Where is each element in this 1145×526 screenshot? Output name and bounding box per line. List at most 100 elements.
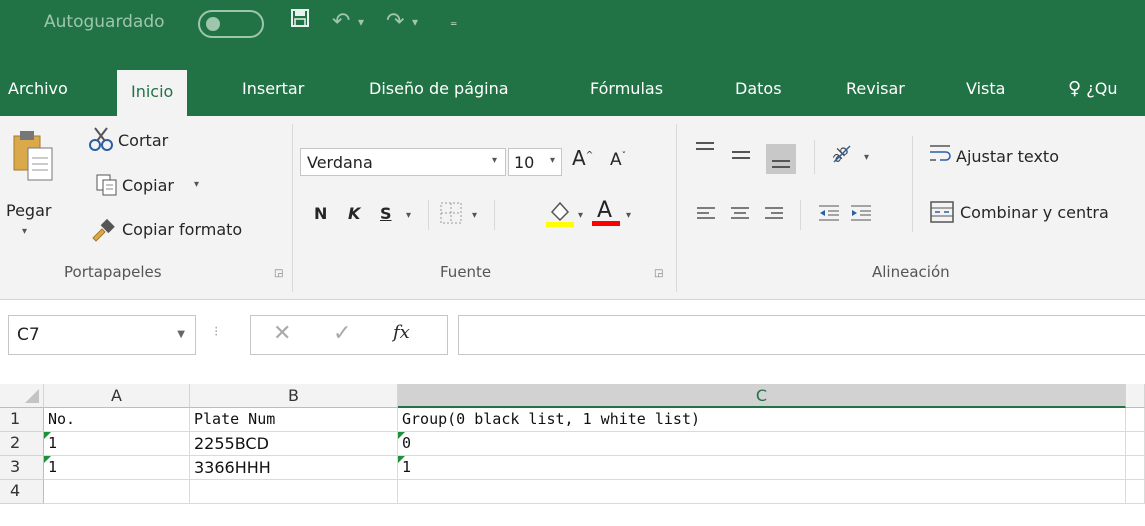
divider [428, 200, 429, 230]
cell-b4[interactable] [190, 480, 398, 504]
font-launcher-icon[interactable]: ◲ [654, 268, 663, 279]
copy-dropdown-icon[interactable]: ▾ [194, 179, 199, 190]
italic-button[interactable]: K [348, 204, 360, 223]
decrease-indent-icon[interactable] [818, 204, 840, 226]
resize-handle-icon[interactable]: ⁝ [214, 324, 218, 340]
cut-button[interactable]: Cortar [118, 131, 168, 150]
enter-icon[interactable]: ✓ [333, 321, 351, 346]
tab-formulas[interactable]: Fórmulas [590, 64, 663, 116]
cell-b3[interactable]: 3366HHH [190, 456, 398, 480]
select-all-corner[interactable] [0, 384, 44, 408]
redo-icon[interactable]: ↷ [386, 6, 404, 38]
divider [912, 136, 913, 232]
cell-a3[interactable]: 1 [44, 456, 190, 480]
undo-icon[interactable]: ↶ [332, 6, 350, 38]
cell-c4[interactable] [398, 480, 1126, 504]
name-box[interactable]: C7 ▼ [8, 315, 196, 355]
tab-archivo[interactable]: Archivo [8, 64, 68, 116]
font-color-icon[interactable]: A [592, 196, 620, 232]
undo-dropdown-icon[interactable]: ▾ [358, 6, 364, 38]
cell-b2[interactable]: 2255BCD [190, 432, 398, 456]
cell-a4[interactable] [44, 480, 190, 504]
column-header-c[interactable]: C [398, 384, 1126, 408]
fill-color-icon[interactable] [546, 198, 574, 232]
wrap-text-button[interactable]: Ajustar texto [956, 147, 1059, 166]
name-box-value: C7 [17, 325, 40, 345]
autosave-label: Autoguardado [44, 12, 165, 32]
cell-a2[interactable]: 1 [44, 432, 190, 456]
insert-function-icon[interactable]: fx [393, 322, 410, 343]
font-color-dropdown-icon[interactable]: ▾ [626, 210, 631, 221]
tab-vista[interactable]: Vista [966, 64, 1005, 116]
cell-d1[interactable] [1126, 408, 1145, 432]
align-left-icon[interactable] [696, 206, 716, 226]
column-header-a[interactable]: A [44, 384, 190, 408]
cell-c2[interactable]: 0 [398, 432, 1126, 456]
cell-b1[interactable]: Plate Num [190, 408, 398, 432]
ribbon-tabs: Archivo Inicio Insertar Diseño de página… [0, 64, 1145, 116]
format-painter-icon[interactable] [90, 218, 116, 246]
divider [494, 200, 495, 230]
borders-dropdown-icon[interactable]: ▾ [472, 210, 477, 221]
row-header-1[interactable]: 1 [0, 408, 44, 432]
redo-dropdown-icon[interactable]: ▾ [412, 6, 418, 38]
copy-icon[interactable] [96, 174, 118, 200]
format-painter-button[interactable]: Copiar formato [122, 220, 242, 239]
underline-dropdown-icon[interactable]: ▾ [406, 210, 411, 221]
clipboard-launcher-icon[interactable]: ◲ [274, 268, 283, 279]
tab-revisar[interactable]: Revisar [846, 64, 905, 116]
font-size-value: 10 [514, 153, 535, 172]
orientation-dropdown-icon[interactable]: ▾ [864, 152, 869, 163]
cell-d4[interactable] [1126, 480, 1145, 504]
chevron-down-icon: ▾ [491, 155, 497, 166]
row-header-2[interactable]: 2 [0, 432, 44, 456]
column-header-b[interactable]: B [190, 384, 398, 408]
save-icon[interactable] [290, 6, 310, 38]
svg-text:A: A [597, 198, 612, 223]
tab-insertar[interactable]: Insertar [242, 64, 304, 116]
merge-center-icon[interactable] [930, 200, 954, 228]
autosave-toggle[interactable] [198, 10, 264, 38]
cell-c3[interactable]: 1 [398, 456, 1126, 480]
paste-icon[interactable] [10, 126, 56, 190]
group-label-fuente: Fuente [440, 263, 492, 281]
group-label-portapapeles: Portapapeles [64, 263, 162, 281]
wrap-text-icon[interactable] [928, 142, 954, 170]
tab-inicio[interactable]: Inicio [117, 70, 188, 116]
divider [800, 200, 801, 230]
shrink-font-icon[interactable]: Aˇ [610, 150, 626, 170]
bold-button[interactable]: N [314, 204, 327, 223]
formula-input[interactable] [458, 315, 1145, 355]
paste-button[interactable]: Pegar [6, 201, 51, 220]
align-top-icon[interactable] [694, 140, 716, 164]
cut-icon[interactable] [88, 126, 114, 156]
cell-c1[interactable]: Group(0 black list, 1 white list) [398, 408, 1126, 432]
column-header-d[interactable] [1126, 384, 1145, 408]
cell-a1[interactable]: No. [44, 408, 190, 432]
font-size-select[interactable]: 10 ▾ [508, 148, 562, 176]
tab-datos[interactable]: Datos [735, 64, 782, 116]
tab-diseno-pagina[interactable]: Diseño de página [369, 64, 509, 116]
tell-me-search[interactable]: ♀ ¿Qu [1068, 64, 1118, 116]
row-header-3[interactable]: 3 [0, 456, 44, 480]
cell-d2[interactable] [1126, 432, 1145, 456]
paste-dropdown-icon[interactable]: ▾ [22, 226, 27, 237]
fill-color-dropdown-icon[interactable]: ▾ [578, 210, 583, 221]
merge-center-button[interactable]: Combinar y centra [960, 203, 1109, 222]
increase-indent-icon[interactable] [850, 204, 872, 226]
grow-font-icon[interactable]: A^ [572, 146, 593, 170]
copy-button[interactable]: Copiar [122, 176, 174, 195]
row-header-4[interactable]: 4 [0, 480, 44, 504]
align-right-icon[interactable] [764, 206, 784, 226]
customize-qat-icon[interactable]: ₌ [450, 6, 457, 38]
orientation-icon[interactable]: ab [828, 140, 854, 170]
cancel-icon[interactable]: ✕ [273, 321, 291, 346]
cell-d3[interactable] [1126, 456, 1145, 480]
align-center-icon[interactable] [730, 206, 750, 226]
borders-icon[interactable] [440, 202, 462, 228]
align-middle-icon[interactable] [730, 146, 752, 170]
lightbulb-icon: ♀ [1068, 78, 1082, 99]
underline-button[interactable]: S [380, 204, 392, 223]
font-name-select[interactable]: Verdana ▾ [300, 148, 506, 176]
align-bottom-icon[interactable] [766, 144, 796, 174]
